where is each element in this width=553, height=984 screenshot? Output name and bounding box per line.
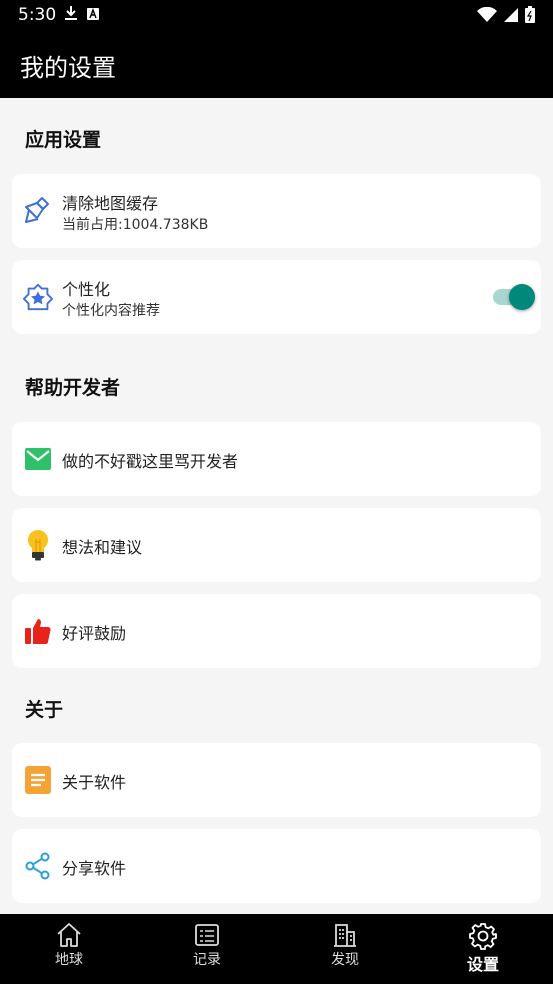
cache-size-text: 当前占用:1004.738KB: [62, 217, 209, 233]
clear-cache-item[interactable]: 清除地图缓存 当前占用:1004.738KB: [12, 174, 541, 248]
building-icon: [305, 922, 385, 948]
page-title: 我的设置: [20, 54, 116, 82]
battery-icon: [525, 6, 535, 27]
nav-item-earth[interactable]: 地球: [29, 922, 109, 969]
star-badge-icon: [22, 281, 54, 313]
thumbs-up-icon: [22, 615, 54, 647]
ideas-item[interactable]: 想法和建议: [12, 508, 541, 582]
lightbulb-icon: [22, 529, 54, 561]
personalize-item[interactable]: 个性化 个性化内容推荐: [12, 260, 541, 334]
rate-item[interactable]: 好评鼓励: [12, 594, 541, 668]
share-title: 分享软件: [62, 859, 127, 878]
document-icon: [22, 764, 54, 796]
signal-icon: [503, 7, 519, 27]
bottom-nav: 地球 记录 发现 设置: [0, 914, 553, 984]
nav-label: 设置: [466, 955, 499, 974]
section-title-help-dev: 帮助开发者: [25, 377, 121, 399]
wifi-icon: [477, 6, 497, 27]
personalize-toggle[interactable]: [493, 284, 535, 310]
personalize-subtitle: 个性化内容推荐: [62, 303, 160, 319]
share-item[interactable]: 分享软件: [12, 829, 541, 903]
nav-label: 记录: [193, 952, 221, 968]
status-bar: 5:30: [0, 0, 553, 30]
share-icon: [22, 850, 54, 882]
nav-label: 发现: [331, 952, 359, 968]
about-app-item[interactable]: 关于软件: [12, 743, 541, 817]
nav-item-discover[interactable]: 发现: [305, 922, 385, 969]
about-app-title: 关于软件: [62, 773, 127, 792]
nav-item-records[interactable]: 记录: [167, 922, 247, 969]
a-badge-icon: [86, 6, 100, 25]
section-title-about: 关于: [25, 699, 64, 721]
settings-content[interactable]: 应用设置 清除地图缓存 当前占用:1004.738KB 个性化 个性化内容推荐: [0, 98, 553, 914]
home-icon: [29, 922, 109, 948]
rate-title: 好评鼓励: [62, 624, 127, 643]
section-title-app-settings: 应用设置: [25, 129, 102, 151]
mail-icon: [22, 443, 54, 475]
clear-cache-title: 清除地图缓存: [62, 194, 159, 213]
broom-icon: [22, 195, 54, 227]
app-bar: 我的设置: [0, 30, 553, 98]
nav-label: 地球: [55, 952, 83, 968]
nav-item-settings[interactable]: 设置: [443, 922, 523, 975]
feedback-item[interactable]: 做的不好戳这里骂开发者: [12, 422, 541, 496]
personalize-title: 个性化: [62, 280, 111, 299]
status-time: 5:30: [18, 5, 57, 25]
list-icon: [167, 922, 247, 948]
feedback-title: 做的不好戳这里骂开发者: [62, 452, 239, 471]
download-icon: [64, 5, 78, 25]
gear-icon: [443, 922, 523, 950]
ideas-title: 想法和建议: [62, 538, 143, 557]
